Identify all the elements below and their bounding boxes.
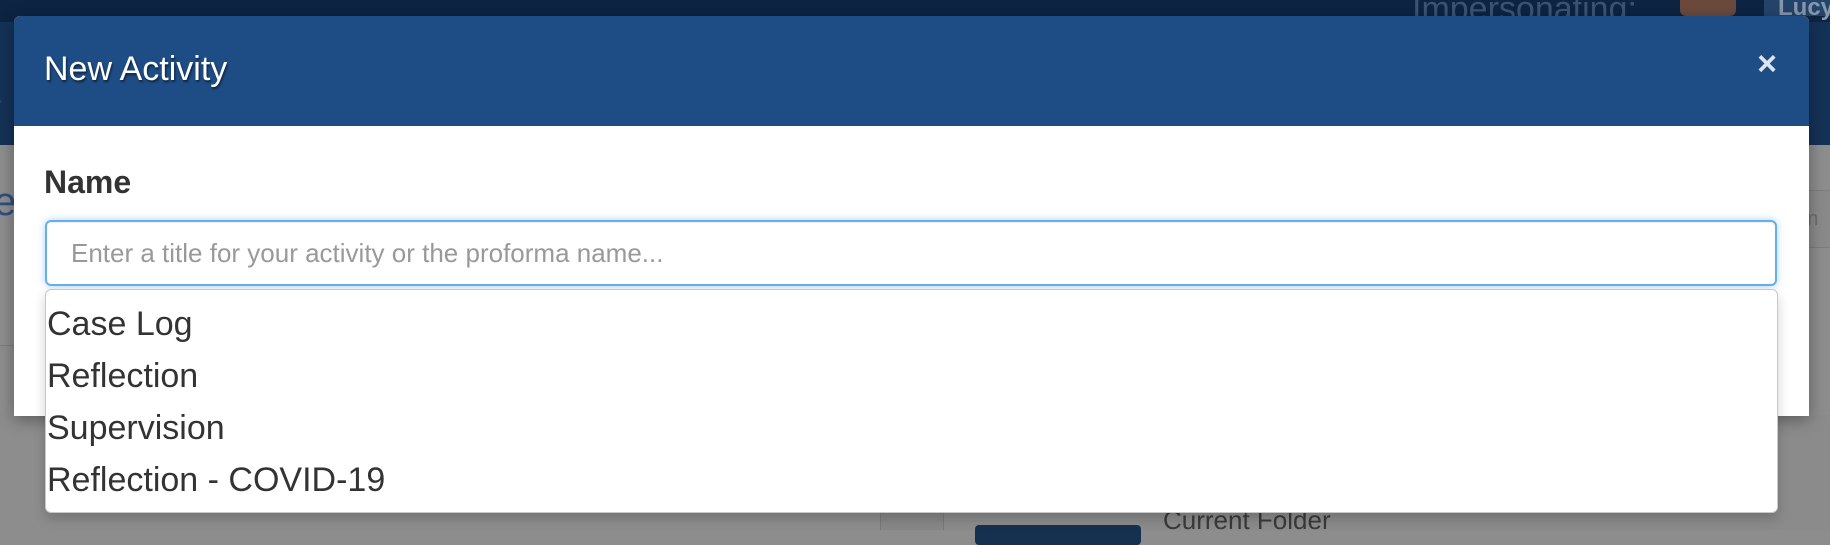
- name-field-label: Name: [44, 164, 132, 200]
- suggestion-case-log[interactable]: Case Log: [47, 300, 193, 348]
- user-name: Lucy: [1764, 0, 1830, 21]
- user-avatar: [1680, 0, 1736, 16]
- activity-name-input[interactable]: [45, 220, 1777, 286]
- close-icon[interactable]: ×: [1749, 44, 1785, 84]
- modal-title: New Activity: [44, 50, 228, 88]
- suggestion-reflection[interactable]: Reflection: [47, 352, 198, 400]
- background-folder-button: [975, 525, 1141, 545]
- name-suggestions-dropdown: Case Log Reflection Supervision Reflecti…: [45, 289, 1778, 513]
- modal-header: New Activity ×: [14, 16, 1809, 126]
- suggestion-supervision[interactable]: Supervision: [47, 404, 225, 452]
- suggestion-reflection-covid-19[interactable]: Reflection - COVID-19: [47, 456, 385, 504]
- background-nav-fragment: r: [0, 90, 2, 124]
